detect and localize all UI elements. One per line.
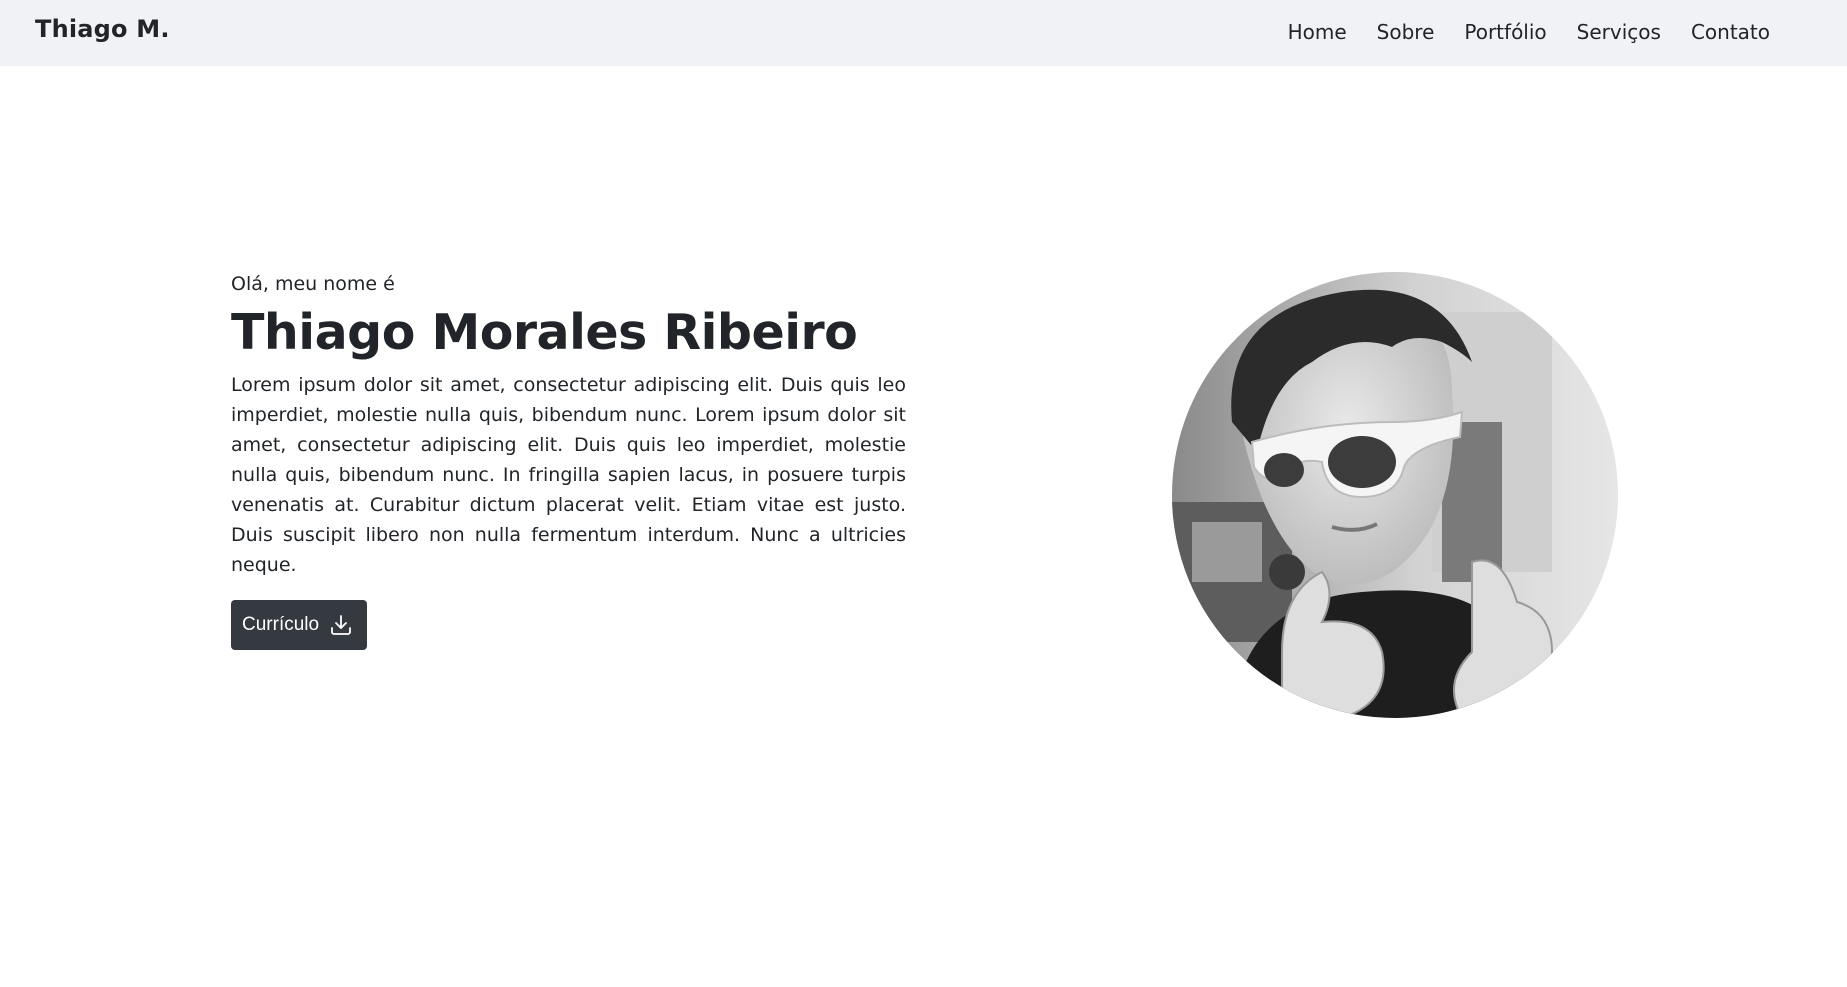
cv-download-button[interactable]: Currículo	[231, 600, 368, 650]
bio-paragraph: Lorem ipsum dolor sit amet, consectetur …	[231, 374, 906, 576]
greeting-text: Olá, meu nome é	[231, 273, 395, 295]
profile-photo	[1172, 272, 1618, 718]
nav-link-home[interactable]: Home	[1288, 20, 1347, 44]
brand-logo[interactable]: Thiago M.	[35, 15, 170, 43]
nav-link-servicos[interactable]: Serviços	[1577, 20, 1661, 44]
nav-link-portfolio[interactable]: Portfólio	[1464, 20, 1546, 44]
nav-link-contato[interactable]: Contato	[1691, 20, 1770, 44]
hero-name: Thiago Morales Ribeiro	[231, 304, 858, 361]
nav-links: Home Sobre Portfólio Serviços Contato	[1258, 20, 1770, 44]
nav-link-sobre[interactable]: Sobre	[1377, 20, 1435, 44]
cv-button-label: Currículo	[242, 614, 320, 635]
hero-intro: Olá, meu nome é Thiago Morales Ribeiro L…	[231, 272, 906, 650]
navbar: Thiago M. Home Sobre Portfólio Serviços …	[0, 0, 1847, 66]
download-icon	[329, 613, 353, 637]
